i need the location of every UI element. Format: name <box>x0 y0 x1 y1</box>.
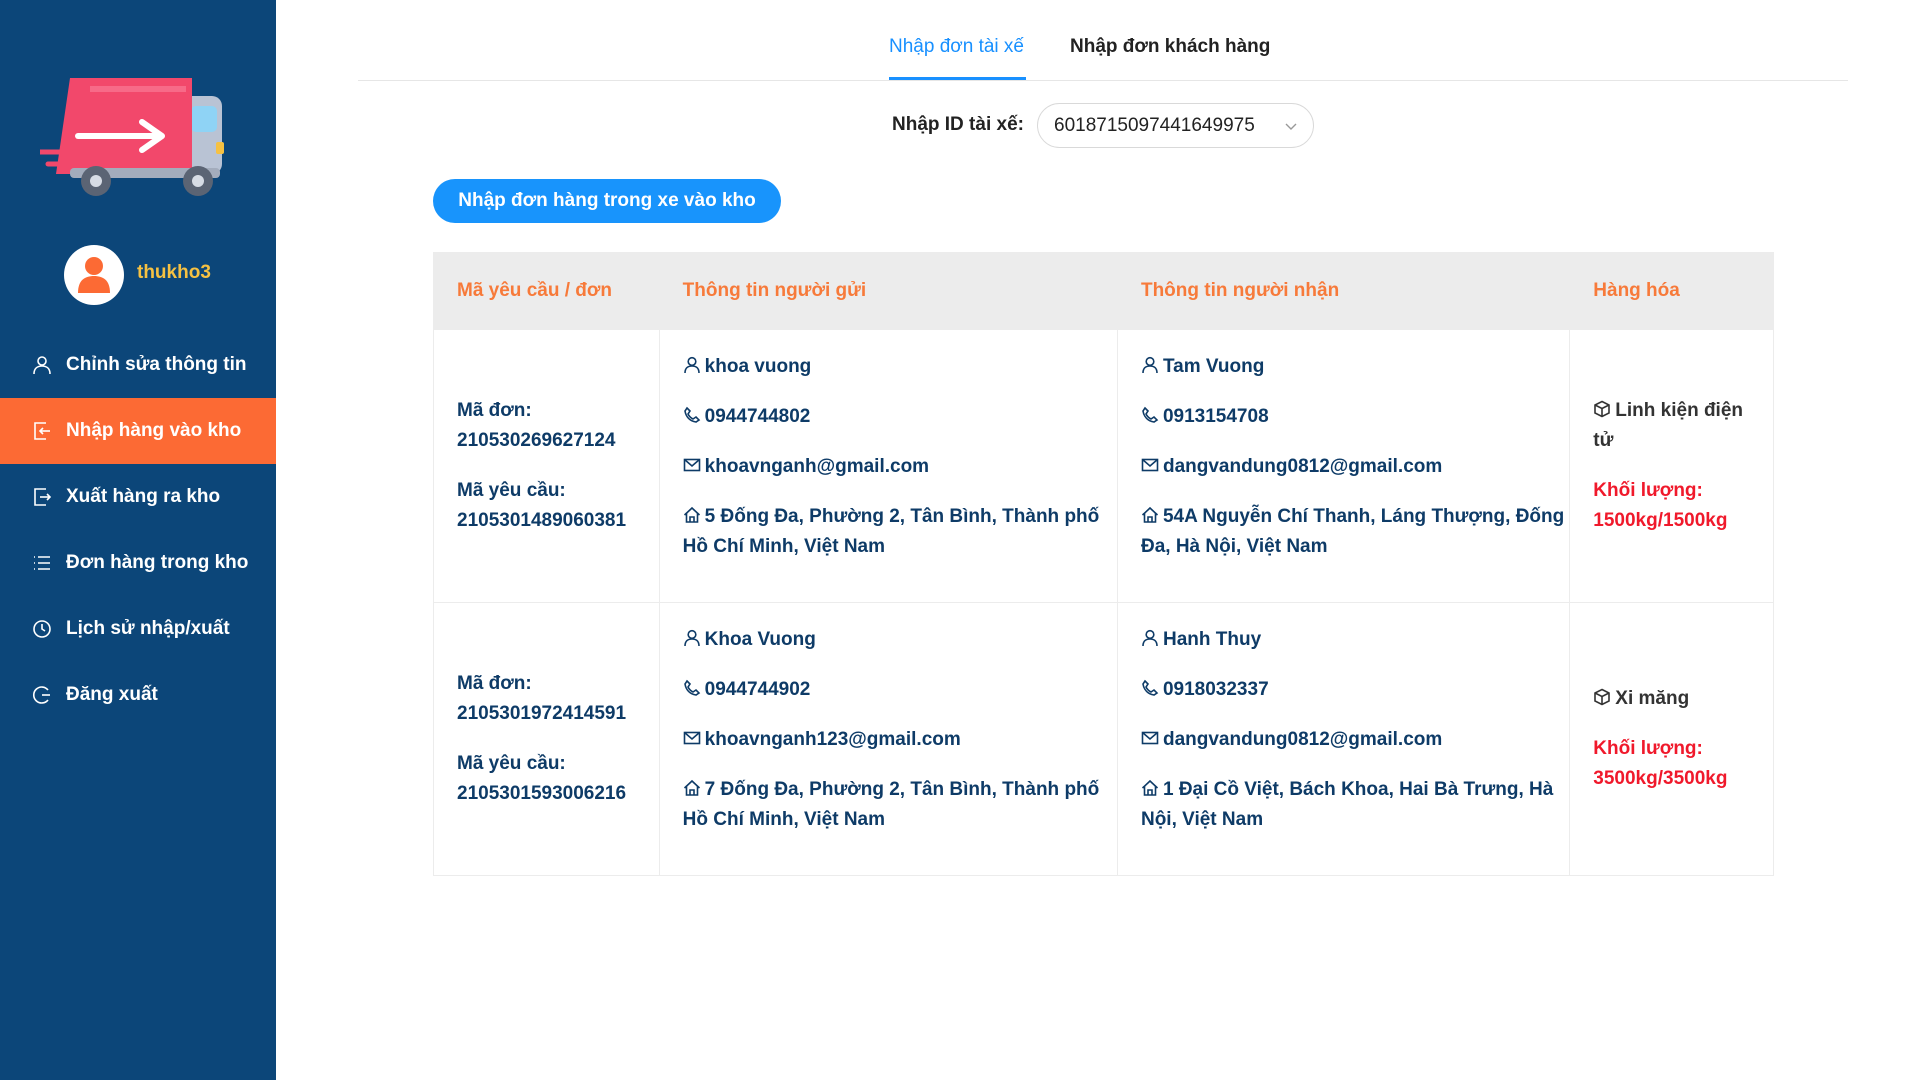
goods-weight: 3500kg/3500kg <box>1593 768 1728 789</box>
weight-label: Khối lượng: <box>1593 738 1703 759</box>
receiver-name: Hanh Thuy <box>1162 629 1262 650</box>
goods-name: Linh kiện điện tử <box>1593 400 1744 451</box>
username: thukho3 <box>137 262 211 283</box>
orders-table: Mã yêu cầu / đơn Thông tin người gửi Thô… <box>433 252 1774 876</box>
sidebar-nav: Chỉnh sửa thông tin Nhập hàng vào kho Xu… <box>0 332 276 728</box>
sidebar-item-label: Đơn hàng trong kho <box>66 552 249 573</box>
user-icon <box>683 356 700 374</box>
phone-icon <box>683 679 700 696</box>
weight-label: Khối lượng: <box>1593 480 1703 501</box>
header-sender: Thông tin người gửi <box>682 280 867 301</box>
sidebar-item-label: Đăng xuất <box>66 684 158 705</box>
receiver-email: dangvandung0812@gmail.com <box>1162 456 1443 477</box>
receiver-cell: Hanh Thuy 0918032337 dangvandung0812@gma… <box>1118 603 1571 875</box>
sender-email: khoavnganh123@gmail.com <box>704 729 961 750</box>
header-receiver: Thông tin người nhận <box>1140 280 1340 301</box>
sidebar-item-history[interactable]: Lịch sử nhập/xuất <box>0 596 276 662</box>
import-orders-button[interactable]: Nhập đơn hàng trong xe vào kho <box>433 179 781 223</box>
phone-icon <box>683 406 700 423</box>
truck-logo <box>40 78 224 196</box>
user-icon <box>1142 629 1158 647</box>
sidebar-item-orders[interactable]: Đơn hàng trong kho <box>0 530 276 596</box>
mail-icon <box>683 458 700 472</box>
goods-cell: Linh kiện điện tử Khối lượng: 1500kg/150… <box>1570 330 1773 602</box>
import-icon <box>32 421 52 441</box>
sender-cell: khoa vuong 0944744802 khoavnganh@gmail.c… <box>660 330 1118 602</box>
tab-customer-orders[interactable]: Nhập đơn khách hàng <box>1070 36 1270 58</box>
user-icon <box>683 629 700 647</box>
user-icon <box>1142 356 1158 374</box>
export-icon <box>32 487 52 507</box>
receiver-phone: 0913154708 <box>1162 406 1269 427</box>
goods-weight: 1500kg/1500kg <box>1593 510 1728 531</box>
sidebar-item-label: Nhập hàng vào kho <box>66 420 242 441</box>
app: thukho3 Chỉnh sửa thông tin Nhập hàng và… <box>0 0 1920 1080</box>
goods-name: Xi măng <box>1615 688 1690 709</box>
home-icon <box>1141 506 1159 523</box>
codes-cell: Mã đơn: 210530269627124 Mã yêu cầu: 2105… <box>434 330 660 602</box>
header-goods: Hàng hóa <box>1593 280 1680 301</box>
history-icon <box>32 619 52 639</box>
chevron-down-icon <box>1285 123 1297 130</box>
receiver-address: 54A Nguyễn Chí Thanh, Láng Thượng, Đống … <box>1140 506 1565 557</box>
user-icon <box>32 355 52 375</box>
sender-address: 5 Đống Đa, Phường 2, Tân Bình, Thành phố… <box>682 506 1100 557</box>
home-icon <box>683 779 700 796</box>
request-code: 2105301593006216 <box>457 783 627 804</box>
order-code-label: Mã đơn: <box>457 673 532 694</box>
sender-email: khoavnganh@gmail.com <box>704 456 930 477</box>
phone-icon <box>1142 679 1159 696</box>
mail-icon <box>683 731 700 745</box>
request-code-label: Mã yêu cầu: <box>457 753 566 774</box>
codes-cell: Mã đơn: 2105301972414591 Mã yêu cầu: 210… <box>434 603 660 875</box>
driver-id-select[interactable]: 6018715097441649975 <box>1037 103 1314 148</box>
sender-name: khoa vuong <box>704 356 812 377</box>
active-tab-indicator <box>889 77 1026 80</box>
order-code: 210530269627124 <box>457 430 616 451</box>
table-row[interactable]: Mã đơn: 210530269627124 Mã yêu cầu: 2105… <box>434 329 1773 602</box>
driver-id-label: Nhập ID tài xế: <box>892 114 1024 135</box>
request-code-label: Mã yêu cầu: <box>457 480 566 501</box>
home-icon <box>683 506 700 523</box>
goods-cell: Xi măng Khối lượng: 3500kg/3500kg <box>1570 603 1773 875</box>
receiver-cell: Tam Vuong 0913154708 dangvandung0812@gma… <box>1118 330 1571 602</box>
receiver-email: dangvandung0812@gmail.com <box>1162 729 1443 750</box>
sidebar-item-label: Lịch sử nhập/xuất <box>66 618 230 639</box>
box-icon <box>1594 400 1611 418</box>
sidebar-item-label: Xuất hàng ra kho <box>66 486 221 507</box>
table-row[interactable]: Mã đơn: 2105301972414591 Mã yêu cầu: 210… <box>434 602 1773 875</box>
sender-name: Khoa Vuong <box>704 629 816 650</box>
sender-phone: 0944744902 <box>704 679 811 700</box>
sidebar-item-logout[interactable]: Đăng xuất <box>0 662 276 728</box>
order-code: 2105301972414591 <box>457 703 627 724</box>
table-header: Mã yêu cầu / đơn Thông tin người gửi Thô… <box>434 253 1773 329</box>
order-code-label: Mã đơn: <box>457 400 532 421</box>
user-avatar-icon <box>78 257 110 293</box>
box-icon <box>1594 688 1611 706</box>
receiver-address: 1 Đại Cồ Việt, Bách Khoa, Hai Bà Trưng, … <box>1140 779 1554 830</box>
avatar[interactable] <box>64 245 124 305</box>
sender-phone: 0944744802 <box>704 406 811 427</box>
header-codes: Mã yêu cầu / đơn <box>457 280 612 301</box>
tab-bar: Nhập đơn tài xế Nhập đơn khách hàng <box>358 0 1848 81</box>
tab-driver-orders[interactable]: Nhập đơn tài xế <box>889 36 1024 58</box>
receiver-phone: 0918032337 <box>1162 679 1269 700</box>
mail-icon <box>1141 458 1159 472</box>
request-code: 2105301489060381 <box>457 510 627 531</box>
mail-icon <box>1141 731 1159 745</box>
receiver-name: Tam Vuong <box>1162 356 1265 377</box>
sidebar-item-label: Chỉnh sửa thông tin <box>66 354 247 375</box>
list-icon <box>32 553 52 573</box>
driver-id-value: 6018715097441649975 <box>1054 114 1255 136</box>
home-icon <box>1141 779 1159 796</box>
logout-icon <box>32 685 52 705</box>
sidebar-item-export[interactable]: Xuất hàng ra kho <box>0 464 276 530</box>
sidebar-item-edit-profile[interactable]: Chỉnh sửa thông tin <box>0 332 276 398</box>
sidebar: thukho3 Chỉnh sửa thông tin Nhập hàng và… <box>0 0 276 1080</box>
sender-cell: Khoa Vuong 0944744902 khoavnganh123@gmai… <box>660 603 1118 875</box>
sidebar-item-import[interactable]: Nhập hàng vào kho <box>0 398 276 464</box>
sender-address: 7 Đống Đa, Phường 2, Tân Bình, Thành phố… <box>682 779 1100 830</box>
phone-icon <box>1142 406 1159 423</box>
